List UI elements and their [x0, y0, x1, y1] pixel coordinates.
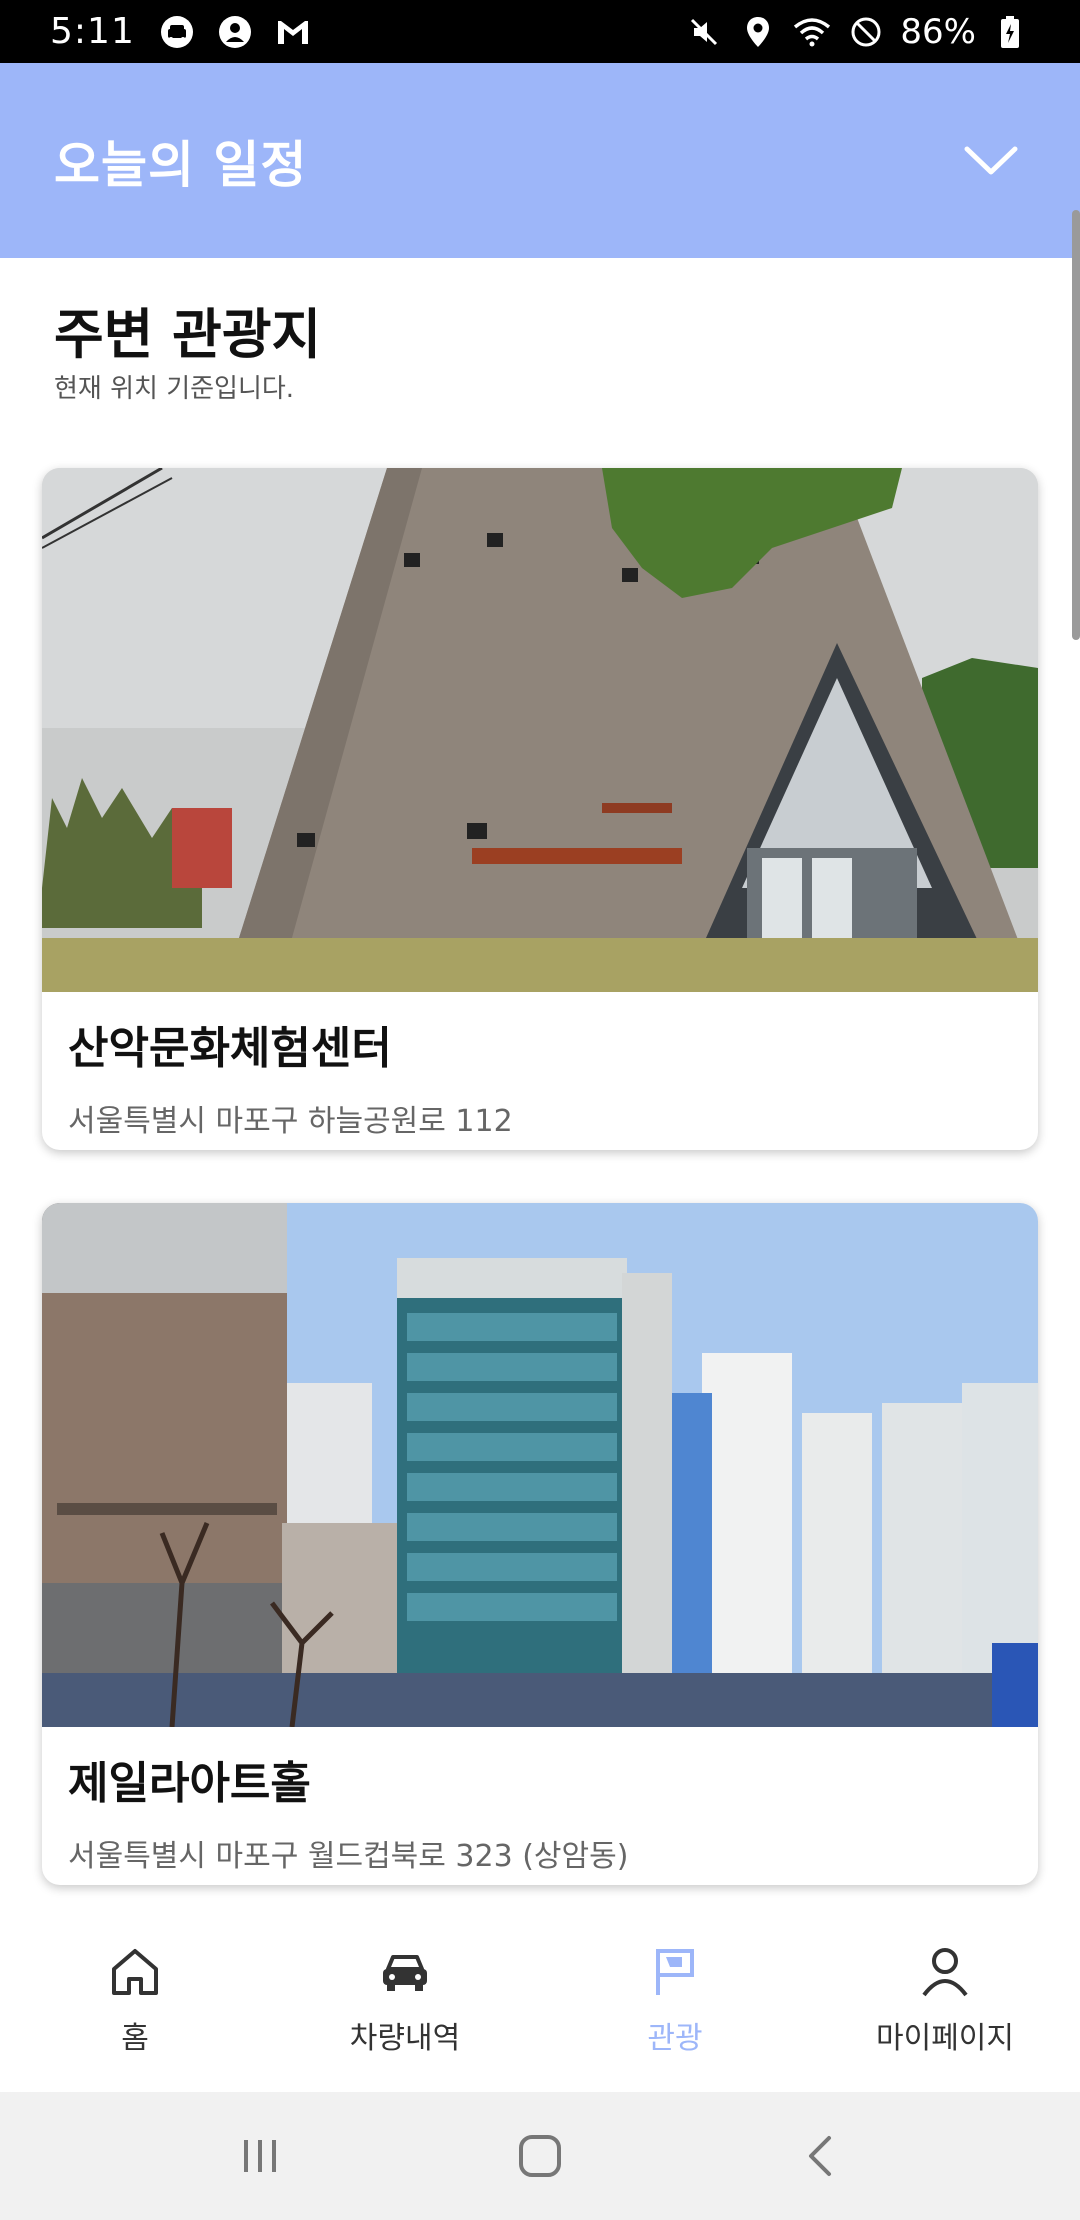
status-right-icons: 86% — [684, 12, 1030, 52]
home-button-icon[interactable] — [500, 2116, 580, 2196]
nav-item-my-page[interactable]: 마이페이지 — [810, 1910, 1080, 2092]
nav-label: 차량내역 — [349, 2021, 461, 2056]
account-circle-icon — [215, 12, 255, 52]
section-title: 주변 관광지 — [54, 303, 322, 366]
place-card[interactable]: 산악문화체험센터 서울특별시 마포구 하늘공원로 112 — [42, 468, 1038, 1150]
recent-apps-icon[interactable] — [220, 2116, 300, 2196]
back-icon[interactable] — [780, 2116, 860, 2196]
nav-item-home[interactable]: 홈 — [0, 1910, 270, 2092]
status-left-icons — [157, 12, 313, 52]
car-icon — [157, 12, 197, 52]
status-bar: 5:11 86% — [0, 0, 1080, 63]
place-address: 서울특별시 마포구 하늘공원로 112 — [68, 1104, 513, 1139]
do-not-disturb-icon — [846, 12, 886, 52]
place-photo — [42, 1203, 1038, 1727]
section-subtitle: 현재 위치 기준입니다. — [54, 374, 295, 404]
place-address: 서울특별시 마포구 월드컵북로 323 (상암동) — [68, 1839, 629, 1874]
battery-percent: 86% — [900, 11, 976, 52]
system-nav-bar — [0, 2092, 1080, 2220]
place-name: 산악문화체험센터 — [68, 1023, 392, 1074]
place-card-body: 제일라아트홀 서울특별시 마포구 월드컵북로 323 (상암동) — [42, 1727, 1038, 1875]
place-name: 제일라아트홀 — [68, 1758, 311, 1809]
nav-item-tourism[interactable]: 관광 — [540, 1910, 810, 2092]
bottom-nav: 홈 차량내역 관광 마이페이지 — [0, 1910, 1080, 2092]
scrollbar[interactable] — [1072, 210, 1080, 640]
status-time: 5:11 — [50, 11, 135, 52]
nav-label: 홈 — [121, 2021, 149, 2056]
nav-item-vehicle-history[interactable]: 차량내역 — [270, 1910, 540, 2092]
car-icon — [378, 1945, 432, 2003]
gmail-icon — [273, 12, 313, 52]
schedule-header[interactable]: 오늘의 일정 — [0, 63, 1080, 258]
header-title: 오늘의 일정 — [54, 135, 308, 194]
person-icon — [918, 1945, 972, 2003]
location-icon — [738, 12, 778, 52]
chevron-down-icon[interactable] — [956, 126, 1026, 196]
nav-label: 마이페이지 — [876, 2021, 1014, 2056]
mute-icon — [684, 12, 724, 52]
place-card-body: 산악문화체험센터 서울특별시 마포구 하늘공원로 112 — [42, 992, 1038, 1140]
flag-icon — [648, 1945, 702, 2003]
place-photo — [42, 468, 1038, 992]
nav-label: 관광 — [647, 2021, 703, 2056]
home-icon — [108, 1945, 162, 2003]
wifi-icon — [792, 12, 832, 52]
battery-icon — [990, 12, 1030, 52]
place-card[interactable]: 제일라아트홀 서울특별시 마포구 월드컵북로 323 (상암동) — [42, 1203, 1038, 1885]
